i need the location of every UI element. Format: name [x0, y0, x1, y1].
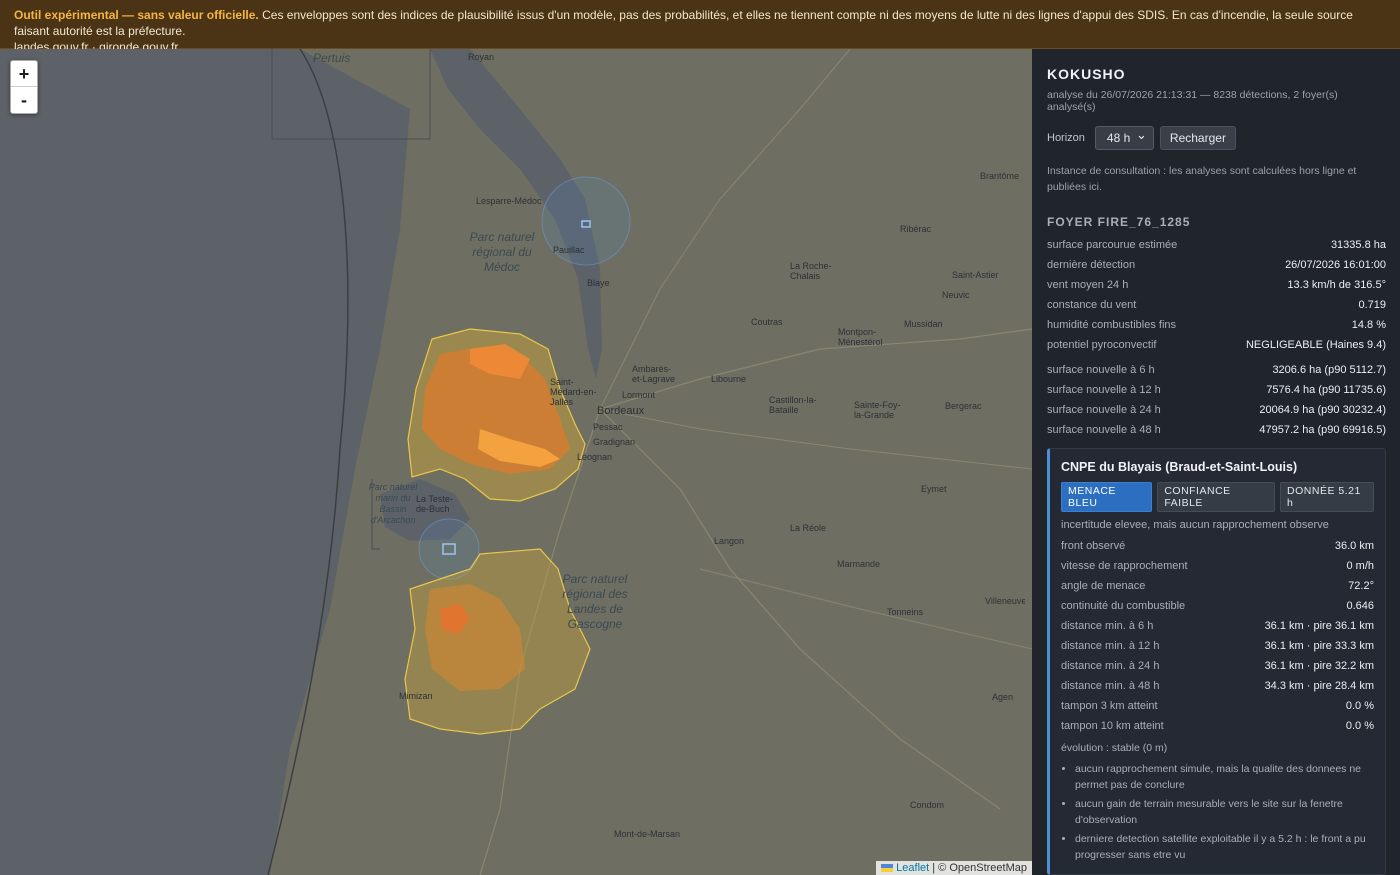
data-age-badge: DONNÉE 5.21 h	[1280, 482, 1374, 512]
map-view[interactable]: Pertuis Parc naturel régional du Médoc P…	[0, 49, 1032, 875]
horizon-select[interactable]: 48 h	[1094, 124, 1154, 150]
map-label-saint-astier: Saint-Astier	[952, 270, 999, 280]
site-row: front observé 36.0 km	[1061, 540, 1374, 552]
site-card: CNPE du Blayais (Braud-et-Saint-Louis) M…	[1047, 448, 1386, 875]
zoom-out-button[interactable]: -	[11, 87, 37, 113]
map-label-sainte-foy: Sainte-Foy-la-Grande	[854, 400, 901, 420]
map-label-la-teste: La Teste-de-Buch	[416, 494, 453, 514]
map-label-royan: Royan	[468, 52, 495, 62]
disclaimer-banner: Outil expérimental — sans valeur officie…	[0, 0, 1400, 54]
surface-row: surface nouvelle à 6 h 3206.6 ha (p90 511…	[1047, 364, 1386, 376]
map-label-libourne: Libourne	[711, 374, 747, 384]
site-row: continuité du combustible 0.646	[1061, 600, 1374, 612]
map-label-montpon: Montpon-Ménestérol	[838, 327, 883, 347]
map-label-castillon: Castillon-la-Bataille	[769, 395, 817, 415]
confidence-badge: CONFIANCE FAIBLE	[1157, 482, 1276, 512]
disclaimer-strong: Outil expérimental — sans valeur officie…	[14, 8, 259, 22]
threat-badge: MENACE BLEU	[1061, 482, 1153, 512]
horizon-label: Horizon	[1047, 132, 1085, 144]
site-note: incertitude elevee, mais aucun rapproche…	[1061, 519, 1329, 531]
park-label-medoc: Parc naturel régional du Médoc	[469, 230, 535, 274]
map-label-lesparre: Lesparre-Médoc	[476, 196, 542, 206]
site-row: distance min. à 48 h 34.3 km · pire 28.4 …	[1061, 680, 1374, 692]
map-label-lormont: Lormont	[622, 390, 656, 400]
foyer-row: vent moyen 24 h 13.3 km/h de 316.5°	[1047, 279, 1386, 291]
map-label-pauillac: Pauillac	[553, 245, 585, 255]
park-label-arcachon: Parc naturel marin du Bassin d'Arcachon	[368, 482, 418, 525]
map-label-langon: Langon	[714, 536, 745, 546]
side-panel: KOKUSHO analyse du 26/07/2026 21:13:31 —…	[1032, 49, 1400, 875]
app-title: KOKUSHO	[1047, 66, 1126, 82]
map-label-leognan: Léognan	[577, 452, 613, 462]
map-label-bergerac: Bergerac	[945, 401, 982, 411]
instance-info: Instance de consultation : les analyses …	[1047, 165, 1357, 193]
list-item: aucun rapprochement simule, mais la qual…	[1075, 761, 1374, 793]
map-label-neuvic: Neuvic	[942, 290, 970, 300]
map-label-tonneins: Tonneins	[887, 607, 924, 617]
map-label-bordeaux: Bordeaux	[597, 405, 645, 417]
site-row: angle de menace 72.2°	[1061, 580, 1374, 592]
surface-row: surface nouvelle à 12 h 7576.4 ha (p90 11…	[1047, 384, 1386, 396]
map-label-gradignan: Gradignan	[593, 437, 636, 447]
reload-button[interactable]: Recharger	[1159, 126, 1236, 150]
site-badges: MENACE BLEU CONFIANCE FAIBLE DONNÉE 5.21…	[1061, 482, 1374, 512]
map-label-riberac: Ribérac	[900, 224, 932, 234]
map-label-coutras: Coutras	[751, 317, 783, 327]
map-label-eymet: Eymet	[921, 484, 947, 494]
surface-row: surface nouvelle à 24 h 20064.9 ha (p90 3…	[1047, 404, 1386, 416]
site-row: tampon 10 km atteint 0.0 %	[1061, 720, 1374, 732]
surface-row: surface nouvelle à 48 h 47957.2 ha (p90 6…	[1047, 424, 1386, 436]
map-label-mimizan: Mimizan	[399, 691, 433, 701]
park-label-landes: Parc naturel régional des Landes de Gasc…	[562, 572, 628, 631]
list-item: aucun gain de terrain mesurable vers le …	[1075, 796, 1374, 828]
park-label-pertuis: Pertuis	[313, 51, 351, 65]
map-label-mussidan: Mussidan	[904, 319, 943, 329]
site-row: distance min. à 24 h 36.1 km · pire 32.2 …	[1061, 660, 1374, 672]
foyer-stats: surface parcourue estimée 31335.8 ha dern…	[1047, 235, 1386, 440]
site-evolution: évolution : stable (0 m)	[1061, 742, 1168, 754]
site-title: CNPE du Blayais (Braud-et-Saint-Louis)	[1061, 460, 1298, 474]
foyer-row: potentiel pyroconvectif NEGLIGEABLE (Hain…	[1047, 339, 1386, 351]
list-item: derniere detection satellite exploitable…	[1075, 831, 1374, 863]
site-row: tampon 3 km atteint 0.0 %	[1061, 700, 1374, 712]
foyer-row: constance du vent 0.719	[1047, 299, 1386, 311]
map-label-agen: Agen	[992, 692, 1014, 702]
horizon-row: Horizon 48 h Recharger	[1047, 124, 1386, 150]
foyer-row: humidité combustibles fins 14.8 %	[1047, 319, 1386, 331]
map-label-ambares: Ambarès-et-Lagrave	[632, 364, 676, 384]
analysis-subtitle: analyse du 26/07/2026 21:13:31 — 8238 dé…	[1047, 89, 1338, 113]
map-canvas	[0, 49, 1032, 875]
ukraine-flag-icon	[881, 864, 894, 873]
site-row: distance min. à 6 h 36.1 km · pire 36.1 k…	[1061, 620, 1374, 632]
osm-attribution: | © OpenStreetMap	[929, 862, 1027, 874]
leaflet-link[interactable]: Leaflet	[896, 862, 929, 874]
foyer-title: FOYER FIRE_76_1285	[1047, 215, 1191, 229]
map-label-pessac: Pessac	[593, 422, 623, 432]
foyer-row: surface parcourue estimée 31335.8 ha	[1047, 239, 1386, 251]
foyer-row: dernière détection 26/07/2026 16:01:00	[1047, 259, 1386, 271]
map-label-mont-de-marsan: Mont-de-Marsan	[614, 829, 681, 839]
site-row: vitesse de rapprochement 0 m/h	[1061, 560, 1374, 572]
zoom-control: + -	[10, 60, 38, 114]
map-label-villeneuve: Villeneuve	[985, 596, 1025, 606]
map-label-brantome: Brantôme	[980, 171, 1020, 181]
map-attribution: Leaflet | © OpenStreetMap	[876, 861, 1032, 875]
map-label-la-reole: La Réole	[790, 523, 827, 533]
map-label-blaye: Blaye	[587, 278, 610, 288]
map-label-marmande: Marmande	[837, 559, 881, 569]
site-row: distance min. à 12 h 36.1 km · pire 33.3 …	[1061, 640, 1374, 652]
map-label-saint-medard: Saint-Médard-en-Jalles	[550, 377, 597, 407]
site-bullets: aucun rapprochement simule, mais la qual…	[1061, 761, 1374, 863]
map-label-la-roche-chalais: La Roche-Chalais	[790, 261, 832, 281]
map-label-condom: Condom	[910, 800, 945, 810]
zoom-in-button[interactable]: +	[11, 61, 37, 87]
